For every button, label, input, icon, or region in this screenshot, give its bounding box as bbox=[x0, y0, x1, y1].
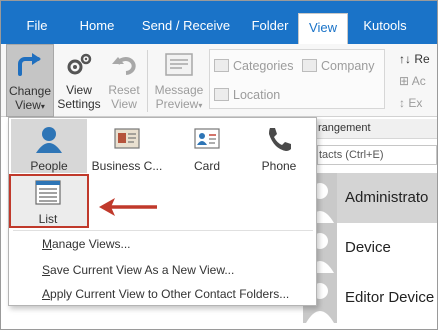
change-view-icon bbox=[7, 53, 53, 82]
tab-view[interactable]: View bbox=[298, 13, 348, 44]
expand-label: Ex bbox=[408, 96, 423, 110]
change-view-label-1: Change bbox=[8, 84, 52, 98]
ribbon: Change View▾ View Settings Reset View Me… bbox=[1, 44, 437, 117]
field-location[interactable]: Location bbox=[214, 88, 280, 102]
contact-row[interactable]: Editor Device bbox=[303, 273, 437, 323]
tab-kutools[interactable]: Kutools bbox=[355, 14, 415, 38]
message-preview-button[interactable]: Message Preview▾ bbox=[151, 44, 207, 117]
arrangement-gallery: Categories Company Location bbox=[209, 49, 385, 109]
contact-name: Administrato bbox=[345, 189, 429, 206]
categories-icon bbox=[214, 59, 229, 72]
expand-item[interactable]: ↕ Ex bbox=[399, 96, 422, 110]
view-option-list-label: List bbox=[38, 212, 58, 226]
arrangement-header: rangement bbox=[317, 119, 437, 139]
view-option-people-label: People bbox=[30, 159, 68, 173]
field-company[interactable]: Company bbox=[302, 59, 375, 73]
view-option-business-card-label: Business C... bbox=[91, 159, 163, 173]
business-card-icon bbox=[89, 125, 165, 156]
reset-view-icon bbox=[104, 52, 144, 81]
location-icon bbox=[214, 88, 229, 101]
people-icon bbox=[11, 125, 87, 156]
reset-view-label-2: View bbox=[111, 97, 137, 111]
change-view-button[interactable]: Change View▾ bbox=[6, 44, 54, 117]
search-contacts-input[interactable]: tacts (Ctrl+E) bbox=[317, 145, 437, 165]
field-location-label: Location bbox=[233, 88, 281, 102]
manage-views-label: anage Views... bbox=[52, 237, 131, 251]
reverse-sort-item[interactable]: ↑↓ Re bbox=[399, 52, 430, 66]
arrow-icon bbox=[97, 195, 161, 222]
field-categories-label: Categories bbox=[233, 59, 294, 73]
change-view-label-2: View bbox=[15, 98, 41, 112]
tab-file[interactable]: File bbox=[23, 14, 51, 38]
access-key-a: A bbox=[42, 287, 51, 301]
contact-name: Device bbox=[345, 239, 391, 256]
access-key-m: M bbox=[42, 237, 52, 251]
view-option-phone[interactable]: Phone bbox=[243, 119, 315, 173]
phone-icon bbox=[243, 125, 315, 156]
view-option-phone-label: Phone bbox=[261, 159, 297, 173]
dropdown-caret-icon: ▾ bbox=[40, 102, 45, 111]
view-option-people[interactable]: People bbox=[11, 119, 87, 173]
contact-row[interactable]: Administrato bbox=[303, 173, 437, 223]
reset-view-label-1: Reset bbox=[108, 83, 140, 97]
menu-separator bbox=[13, 230, 313, 231]
save-view-item[interactable]: Save Current View As a New View... bbox=[42, 263, 234, 277]
view-settings-label-1: View bbox=[66, 83, 92, 97]
reset-view-button[interactable]: Reset View bbox=[104, 44, 144, 117]
field-company-label: Company bbox=[321, 59, 375, 73]
contact-name: Editor Device bbox=[345, 289, 435, 306]
card-icon bbox=[169, 125, 245, 156]
contact-row[interactable]: Device bbox=[303, 223, 437, 273]
outlook-window: File Home Send / Receive Folder View Kut… bbox=[0, 0, 438, 330]
add-columns-item[interactable]: ⊞ Ac bbox=[399, 74, 426, 88]
add-columns-label: Ac bbox=[411, 74, 426, 88]
view-settings-button[interactable]: View Settings bbox=[56, 44, 102, 117]
save-view-label: ave Current View As a New View... bbox=[50, 263, 235, 277]
company-icon bbox=[302, 59, 317, 72]
change-view-dropdown: People Business C... Card Phone List Man… bbox=[8, 117, 317, 306]
message-preview-label-1: Message bbox=[154, 83, 204, 97]
view-option-list[interactable]: List bbox=[9, 174, 87, 228]
tab-home[interactable]: Home bbox=[71, 14, 123, 38]
message-preview-label-2: Preview bbox=[155, 97, 199, 111]
apply-view-item[interactable]: Apply Current View to Other Contact Fold… bbox=[42, 287, 289, 301]
view-option-card[interactable]: Card bbox=[169, 119, 245, 173]
dropdown-caret-icon: ▾ bbox=[198, 101, 203, 110]
manage-views-item[interactable]: Manage Views... bbox=[42, 237, 131, 251]
access-key-s: S bbox=[42, 263, 51, 277]
view-option-card-label: Card bbox=[193, 159, 220, 173]
view-option-business-card[interactable]: Business C... bbox=[89, 119, 165, 173]
message-preview-icon bbox=[151, 52, 207, 81]
tab-send-receive[interactable]: Send / Receive bbox=[135, 14, 237, 38]
view-settings-icon bbox=[56, 52, 102, 81]
field-categories[interactable]: Categories bbox=[214, 59, 293, 73]
ribbon-tab-bar: File Home Send / Receive Folder View Kut… bbox=[1, 1, 437, 44]
apply-view-label: pply Current View to Other Contact Folde… bbox=[50, 287, 290, 301]
list-icon bbox=[9, 180, 87, 209]
reverse-sort-label: Re bbox=[414, 52, 430, 66]
tab-folder[interactable]: Folder bbox=[243, 14, 297, 38]
ribbon-separator bbox=[147, 50, 148, 112]
view-settings-label-2: Settings bbox=[57, 97, 101, 111]
